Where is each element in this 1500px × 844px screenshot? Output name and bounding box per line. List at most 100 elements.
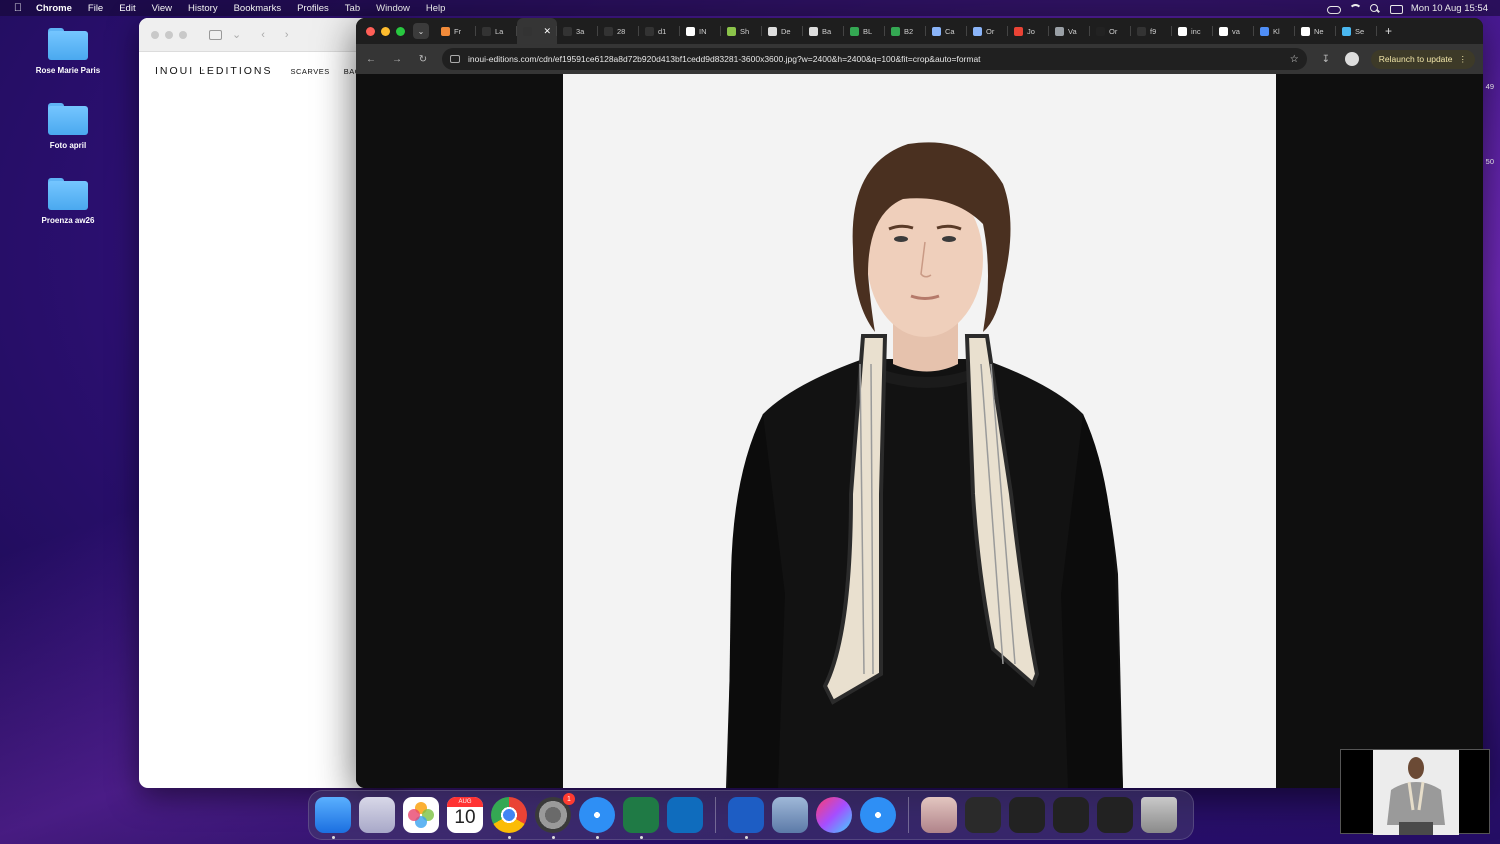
desktop-folder[interactable]: Proenza aw26	[23, 178, 113, 225]
creative-cloud-icon[interactable]	[1326, 4, 1341, 14]
site-info-icon[interactable]	[450, 55, 460, 63]
pip-preview-image	[1373, 750, 1459, 835]
window-thumbnail-icon[interactable]	[1053, 797, 1089, 833]
menu-view[interactable]: View	[144, 3, 180, 14]
browser-tab[interactable]: Ca	[926, 18, 967, 44]
excel-icon[interactable]	[623, 797, 659, 839]
tab-favicon-icon	[1178, 26, 1187, 36]
safari-icon[interactable]	[860, 797, 896, 833]
browser-tab[interactable]: inc	[1172, 18, 1213, 44]
new-tab-button[interactable]: +	[1377, 24, 1392, 38]
menubar-clock[interactable]: Mon 10 Aug 15:54	[1411, 3, 1488, 14]
browser-tab[interactable]: Va	[1049, 18, 1090, 44]
safari-icon[interactable]	[579, 797, 615, 839]
browser-tab[interactable]: f9	[1131, 18, 1172, 44]
tab-list: Fr La ✕ 3a 28 d1 IN Sh De Ba BL B2 Ca Or Jo Va Or f9 inc va…	[435, 18, 1377, 44]
browser-tab[interactable]: De	[762, 18, 803, 44]
forward-arrow-icon[interactable]: ›	[285, 29, 289, 41]
browser-tab[interactable]: 3a	[557, 18, 598, 44]
desktop-folder[interactable]: Foto april	[23, 103, 113, 150]
chevron-down-icon[interactable]: ⌄	[232, 28, 241, 41]
image-thumbnail-icon[interactable]	[921, 797, 957, 833]
calendar-month: AUG	[447, 797, 483, 807]
menu-window[interactable]: Window	[368, 3, 418, 14]
menu-edit[interactable]: Edit	[111, 3, 143, 14]
bookmark-star-icon[interactable]: ☆	[1290, 54, 1299, 65]
tab-search-button[interactable]: ⌄	[413, 23, 429, 39]
picture-in-picture-window[interactable]	[1340, 749, 1490, 835]
launchpad-icon[interactable]	[359, 797, 395, 833]
window-close-button[interactable]	[366, 26, 375, 36]
apple-icon[interactable]: 	[0, 2, 36, 14]
control-center-icon[interactable]	[1389, 4, 1403, 14]
tab-favicon-icon	[604, 26, 613, 36]
tab-favicon-icon	[768, 26, 777, 36]
menu-file[interactable]: File	[80, 3, 111, 14]
profile-avatar[interactable]	[1344, 52, 1359, 66]
reload-button[interactable]: ↻	[416, 54, 430, 65]
browser-tab[interactable]: Ne	[1295, 18, 1336, 44]
tab-close-icon[interactable]: ✕	[543, 26, 551, 37]
menu-profiles[interactable]: Profiles	[289, 3, 337, 14]
window-minimize-button[interactable]	[381, 26, 390, 36]
wifi-icon[interactable]	[1348, 3, 1362, 13]
calendar-icon[interactable]: AUG 10	[447, 797, 483, 833]
browser-tab[interactable]: BL	[844, 18, 885, 44]
browser-tab[interactable]: va	[1213, 18, 1254, 44]
tab-active[interactable]: ✕	[517, 18, 557, 44]
relaunch-label: Relaunch to update	[1378, 54, 1453, 64]
creative-cloud-icon[interactable]	[816, 797, 852, 833]
finder-icon[interactable]	[315, 797, 351, 839]
window-thumbnail-icon[interactable]	[1009, 797, 1045, 833]
menu-help[interactable]: Help	[418, 3, 454, 14]
sidebar-toggle-icon[interactable]	[209, 29, 222, 40]
trash-icon[interactable]	[1141, 797, 1177, 833]
chrome-window[interactable]: ⌄ Fr La ✕ 3a 28 d1 IN Sh De Ba BL B2 Ca Or Jo Va Or f9 inc…	[356, 18, 1483, 788]
window-controls	[356, 26, 413, 36]
browser-tab[interactable]: La	[476, 18, 517, 44]
url-text[interactable]: inoui-editions.com/cdn/ef19591ce6128a8d7…	[468, 54, 981, 64]
browser-tab[interactable]: Sh	[721, 18, 762, 44]
window-close-button[interactable]	[151, 30, 159, 39]
browser-tab[interactable]: Ba	[803, 18, 844, 44]
browser-tab[interactable]: IN	[680, 18, 721, 44]
tab-label: Va	[1068, 26, 1077, 36]
browser-tab[interactable]: 28	[598, 18, 639, 44]
download-icon[interactable]: ↧	[1319, 54, 1333, 65]
photos-icon[interactable]	[403, 797, 439, 833]
browser-tab[interactable]: Or	[967, 18, 1008, 44]
outlook-icon[interactable]	[667, 797, 703, 833]
address-bar[interactable]: inoui-editions.com/cdn/ef19591ce6128a8d7…	[442, 48, 1307, 70]
preview-icon[interactable]	[772, 797, 808, 833]
desktop-folder[interactable]: Rose Marie Paris	[23, 28, 113, 75]
window-thumbnail-icon[interactable]	[1097, 797, 1133, 833]
browser-tab[interactable]: Jo	[1008, 18, 1049, 44]
browser-tab[interactable]: Or	[1090, 18, 1131, 44]
back-button[interactable]: ←	[364, 54, 378, 65]
menu-history[interactable]: History	[180, 3, 226, 14]
window-thumbnail-icon[interactable]	[965, 797, 1001, 833]
chrome-icon[interactable]	[491, 797, 527, 839]
site-logo[interactable]: INOUI ĿEDITIONS	[155, 65, 273, 77]
window-minimize-button[interactable]	[165, 30, 173, 39]
menu-bookmarks[interactable]: Bookmarks	[226, 3, 290, 14]
browser-tab[interactable]: B2	[885, 18, 926, 44]
tab-label: Kl	[1273, 26, 1280, 36]
menu-tab[interactable]: Tab	[337, 3, 368, 14]
nav-scarves[interactable]: SCARVES	[291, 67, 330, 76]
browser-tab[interactable]: Kl	[1254, 18, 1295, 44]
browser-tab[interactable]: Fr	[435, 18, 476, 44]
relaunch-button[interactable]: Relaunch to update ⋮	[1370, 49, 1475, 69]
forward-button[interactable]: →	[390, 54, 404, 65]
more-menu-icon[interactable]: ⋮	[1459, 54, 1468, 65]
word-icon[interactable]	[728, 797, 764, 839]
tab-label: La	[495, 26, 504, 36]
spotlight-icon[interactable]	[1369, 3, 1380, 13]
system-settings-icon[interactable]: 1	[535, 793, 575, 839]
menu-app-name[interactable]: Chrome	[36, 3, 80, 14]
browser-tab[interactable]: Se	[1336, 18, 1377, 44]
back-arrow-icon[interactable]: ‹	[261, 29, 265, 41]
window-zoom-button[interactable]	[179, 30, 187, 39]
browser-tab[interactable]: d1	[639, 18, 680, 44]
window-zoom-button[interactable]	[396, 26, 405, 36]
